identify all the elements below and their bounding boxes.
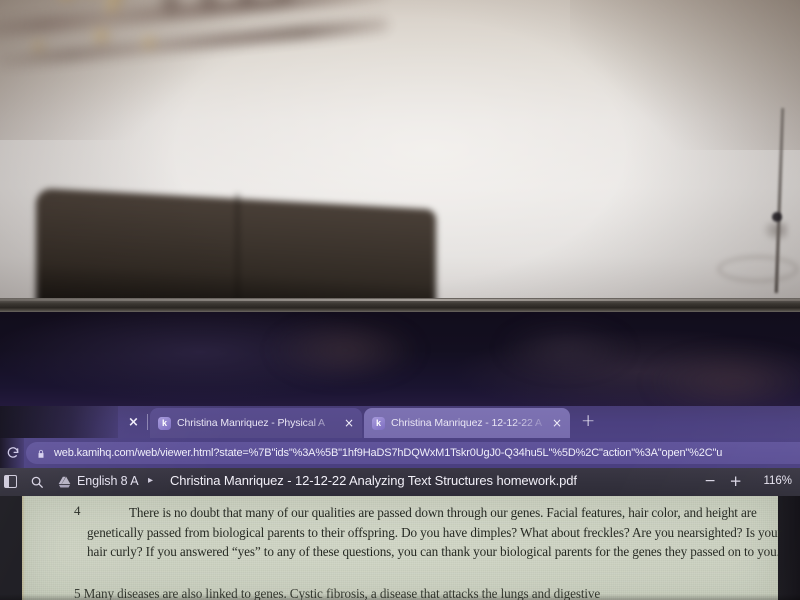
browser-tab-strip: × k Christina Manriquez - Physical A × k… <box>0 406 800 438</box>
browser-tab-2-close-icon[interactable]: × <box>552 417 562 429</box>
paragraph-number: 4 <box>74 503 81 518</box>
browser-window: × k Christina Manriquez - Physical A × k… <box>0 406 800 600</box>
zoom-level-label[interactable]: 116% <box>763 475 792 487</box>
next-paragraph-text: 5 Many diseases are also linked to genes… <box>74 586 601 600</box>
screenshot-stage: × k Christina Manriquez - Physical A × k… <box>0 0 800 600</box>
room-vignette <box>0 0 800 302</box>
zoom-out-button[interactable]: − <box>704 473 716 489</box>
kami-app-toolbar: English 8 A ▸ Christina Manriquez - 12-1… <box>0 468 800 496</box>
new-tab-button[interactable]: + <box>581 413 595 430</box>
kami-favicon: k <box>158 416 171 430</box>
chevron-right-icon: ▸ <box>148 475 154 486</box>
zoom-in-button[interactable]: + <box>729 472 742 490</box>
browser-tab-1-close-icon[interactable]: × <box>344 417 354 429</box>
side-panel-icon[interactable] <box>4 475 17 488</box>
pdf-page: 4 There is no doubt that many of our qua… <box>22 496 782 600</box>
reload-icon[interactable] <box>6 446 20 460</box>
browser-tab-1[interactable]: k Christina Manriquez - Physical A × <box>150 408 362 438</box>
browser-omnibox-row: web.kamihq.com/web/viewer.html?state=%7B… <box>0 438 800 468</box>
screen-glare <box>0 312 800 412</box>
folder-name-label[interactable]: English 8 A <box>77 474 139 488</box>
leftmost-close-icon[interactable]: × <box>128 415 139 430</box>
browser-tab-2[interactable]: k Christina Manriquez - 12-12-22 A × <box>364 408 570 438</box>
url-bar[interactable]: web.kamihq.com/web/viewer.html?state=%7B… <box>26 442 800 464</box>
monitor-bezel-highlight <box>0 299 800 301</box>
browser-tab-1-title: Christina Manriquez - Physical A <box>177 417 325 429</box>
google-drive-icon[interactable] <box>57 476 72 489</box>
search-icon[interactable] <box>30 475 44 489</box>
url-text: web.kamihq.com/web/viewer.html?state=%7B… <box>54 447 723 459</box>
pdf-viewer-area[interactable]: 4 There is no doubt that many of our qua… <box>0 496 800 600</box>
tab-divider <box>147 414 148 430</box>
room-photo-background <box>0 0 800 302</box>
paragraph-text: There is no doubt that many of our quali… <box>87 505 782 559</box>
document-title: Christina Manriquez - 12-12-22 Analyzing… <box>170 473 577 488</box>
lock-icon <box>36 447 46 459</box>
browser-tab-2-title: Christina Manriquez - 12-12-22 A <box>391 417 542 429</box>
page-left-edge <box>22 496 25 600</box>
kami-favicon: k <box>372 416 385 430</box>
tab-strip-glare-shadow <box>0 406 118 438</box>
